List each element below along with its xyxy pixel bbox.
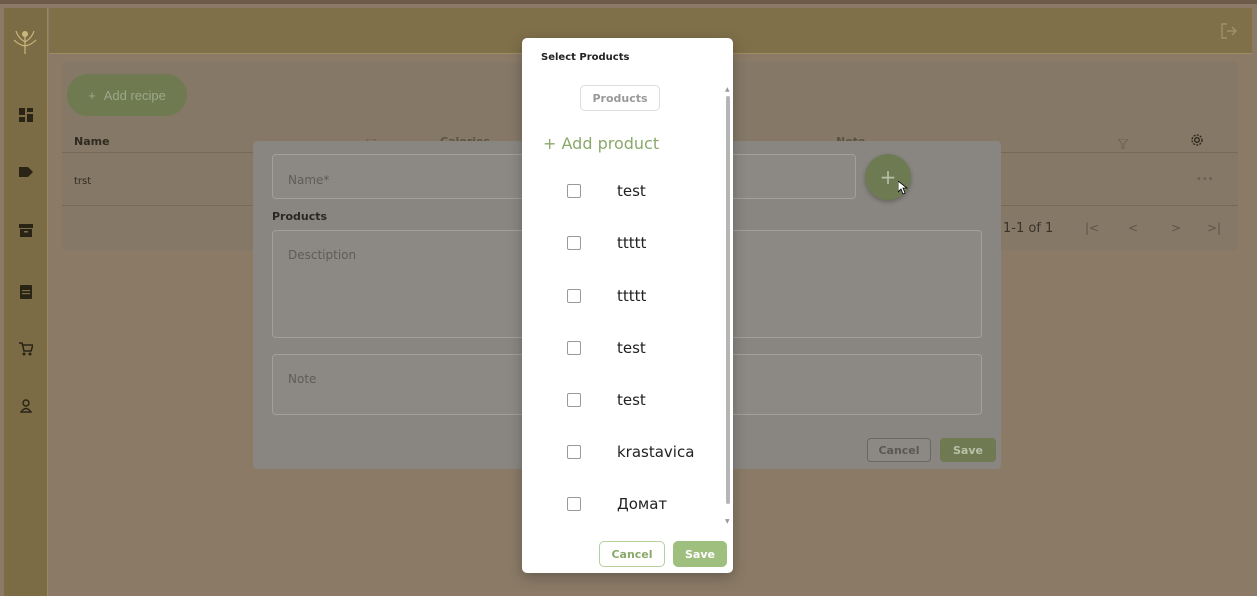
modal-title: Select Products [541, 52, 630, 63]
pagination-last-button[interactable]: >| [1207, 221, 1221, 235]
filter-icon[interactable] [1116, 134, 1130, 153]
scroll-down-arrow[interactable]: ▼ [725, 518, 730, 525]
user-icon[interactable] [16, 396, 36, 416]
pagination-range: 1-1 of 1 [1003, 221, 1054, 236]
plus-icon: + [88, 87, 96, 103]
product-item[interactable]: test [522, 339, 722, 393]
settings-icon[interactable] [1190, 132, 1204, 151]
scrollbar-thumb[interactable] [726, 96, 730, 504]
product-item[interactable]: test [522, 182, 722, 236]
product-label: ttttt [617, 234, 647, 252]
pagination-first-button[interactable]: |< [1085, 221, 1099, 235]
pagination-prev-button[interactable]: < [1128, 221, 1138, 235]
product-label: krastavica [617, 443, 695, 461]
product-label: test [617, 182, 646, 200]
archive-icon[interactable] [16, 220, 36, 240]
row-actions-button[interactable]: ••• [1196, 174, 1214, 185]
product-checkbox[interactable] [567, 236, 581, 250]
cart-icon[interactable] [16, 339, 36, 359]
product-item[interactable]: ttttt [522, 234, 722, 288]
plus-icon: + [879, 165, 897, 189]
add-product-button[interactable]: + Add product [543, 134, 659, 153]
product-item[interactable]: krastavica [522, 443, 722, 497]
dialog-cancel-button[interactable]: Cancel [867, 438, 931, 462]
logo-icon[interactable] [10, 26, 40, 56]
scroll-up-arrow[interactable]: ▲ [725, 86, 730, 93]
product-label: test [617, 391, 646, 409]
cursor-icon [897, 180, 909, 199]
product-checkbox[interactable] [567, 497, 581, 511]
product-checkbox[interactable] [567, 393, 581, 407]
plus-icon: + [543, 134, 557, 153]
product-label: ttttt [617, 287, 647, 305]
sidebar [4, 8, 48, 596]
top-accent-bar [0, 0, 1257, 4]
product-checkbox[interactable] [567, 184, 581, 198]
product-checkbox[interactable] [567, 445, 581, 459]
modal-cancel-button[interactable]: Cancel [599, 541, 665, 567]
tag-icon[interactable] [16, 162, 36, 182]
product-label: Домат [617, 495, 668, 513]
dashboard-icon[interactable] [16, 105, 36, 125]
products-label: Products [272, 210, 328, 223]
select-products-modal: Select Products Products + Add product t… [522, 38, 733, 573]
product-item[interactable]: test [522, 391, 722, 445]
modal-save-button[interactable]: Save [673, 541, 727, 567]
product-label: test [617, 339, 646, 357]
tab-products[interactable]: Products [580, 85, 660, 111]
table-cell-name: trst [74, 176, 92, 187]
document-icon[interactable] [16, 282, 36, 302]
add-recipe-button[interactable]: + Add recipe [67, 74, 187, 116]
pagination-next-button[interactable]: > [1171, 221, 1181, 235]
dialog-save-button[interactable]: Save [940, 438, 996, 462]
column-header-name[interactable]: Name [74, 135, 110, 148]
product-item[interactable]: ttttt [522, 287, 722, 341]
product-checkbox[interactable] [567, 289, 581, 303]
product-checkbox[interactable] [567, 341, 581, 355]
logout-icon[interactable] [1220, 22, 1238, 40]
